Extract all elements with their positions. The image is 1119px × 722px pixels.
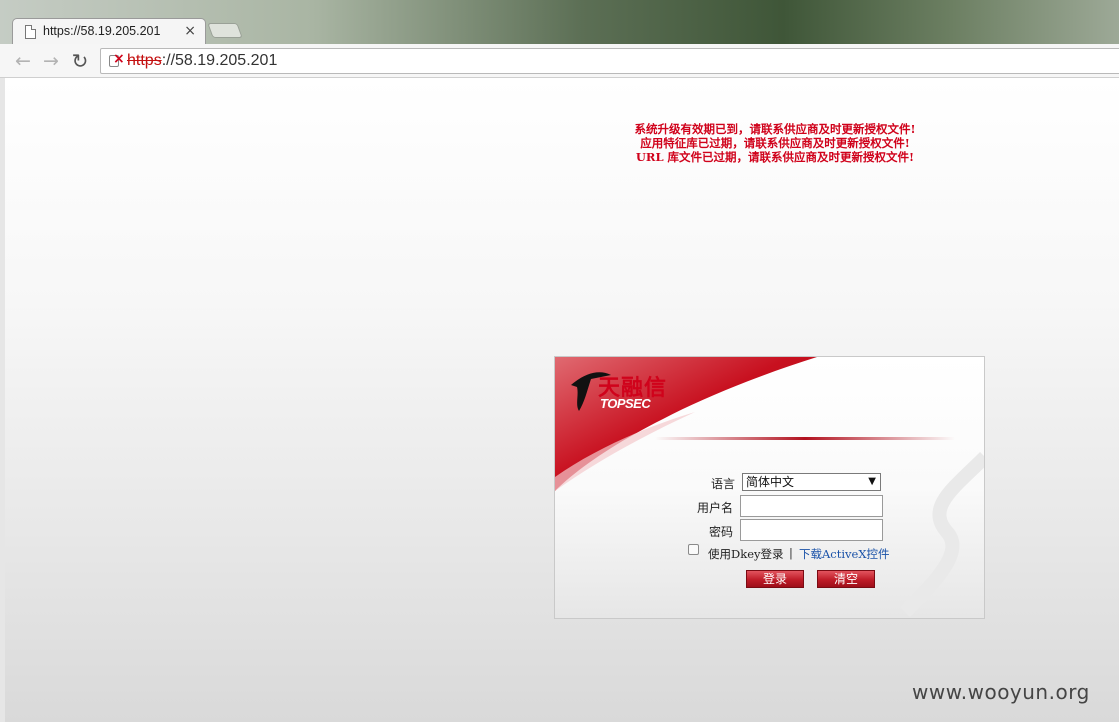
language-selected: 简体中文	[746, 475, 795, 489]
brand-logo-en: TOPSEC	[600, 396, 651, 411]
browser-tab[interactable]: https://58.19.205.201 ×	[12, 18, 206, 45]
url-host: ://58.19.205.201	[161, 52, 278, 69]
license-warnings: 系统升级有效期已到，请联系供应商及时更新授权文件! 应用特征库已过期，请联系供应…	[565, 122, 985, 164]
username-label: 用户名	[696, 501, 733, 515]
dkey-checkbox[interactable]	[688, 544, 699, 555]
download-activex-link[interactable]: 下载ActiveX控件	[799, 546, 890, 562]
tab-title: https://58.19.205.201	[43, 24, 161, 38]
back-arrow-icon[interactable]: ←	[11, 49, 35, 73]
dkey-label: 使用Dkey登录	[708, 547, 784, 561]
forward-arrow-icon[interactable]: →	[39, 49, 63, 73]
login-panel: 天融信 TOPSEC 语言 简体中文 ▼ 用户名 密码 使用Dkey登录 | 下…	[554, 356, 985, 619]
new-tab-button[interactable]	[207, 23, 243, 38]
close-icon[interactable]: ×	[184, 23, 196, 39]
url-scheme: https	[127, 52, 162, 69]
language-label: 语言	[710, 477, 735, 491]
dropdown-arrow-icon: ▼	[868, 476, 876, 487]
warning-line: URL 库文件已过期，请联系供应商及时更新授权文件!	[635, 150, 915, 164]
page-icon	[25, 25, 36, 39]
page-content: 系统升级有效期已到，请联系供应商及时更新授权文件! 应用特征库已过期，请联系供应…	[5, 78, 1119, 722]
decor-divider	[655, 437, 955, 440]
clear-button[interactable]: 清空	[817, 570, 875, 588]
url-text[interactable]: https://58.19.205.201	[127, 52, 277, 70]
address-bar[interactable]: × https://58.19.205.201	[100, 48, 1119, 74]
watermark: www.wooyun.org	[912, 680, 1090, 704]
username-input[interactable]	[740, 495, 883, 517]
reload-icon[interactable]: ↻	[68, 49, 92, 73]
password-input[interactable]	[740, 519, 883, 541]
password-label: 密码	[708, 525, 733, 539]
warning-line: 应用特征库已过期，请联系供应商及时更新授权文件!	[640, 136, 910, 150]
insecure-x-icon: ×	[113, 51, 125, 67]
link-separator: |	[789, 546, 793, 560]
browser-toolbar: ← → ↻ × https://58.19.205.201	[0, 44, 1119, 78]
warning-line: 系统升级有效期已到，请联系供应商及时更新授权文件!	[634, 122, 916, 136]
login-button[interactable]: 登录	[746, 570, 804, 588]
language-select[interactable]: 简体中文 ▼	[742, 473, 881, 491]
